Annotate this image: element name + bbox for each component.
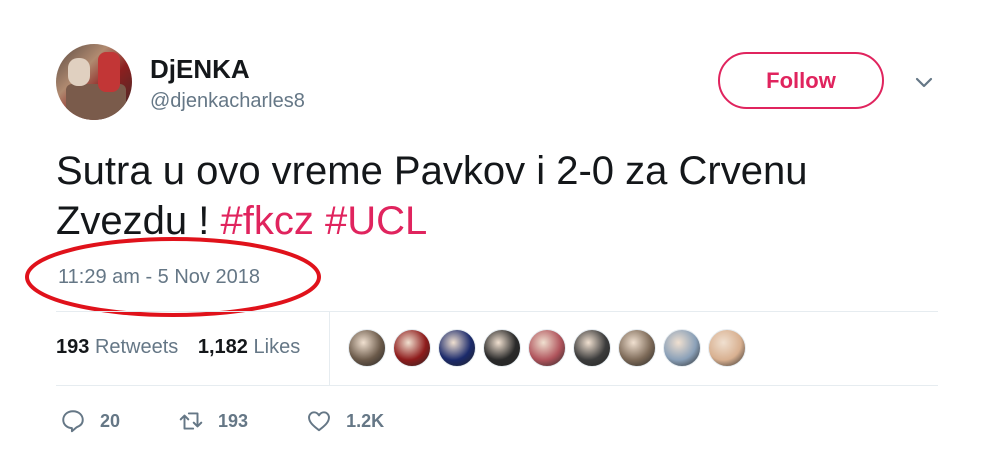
chevron-down-icon[interactable] [912, 70, 936, 94]
avatar-shape [98, 52, 120, 92]
divider [329, 311, 330, 385]
reply-count: 20 [100, 410, 121, 431]
liker-avatar[interactable] [483, 329, 521, 367]
retweets-stat[interactable]: 193 Retweets [56, 336, 178, 359]
retweet-button[interactable]: 193 [178, 408, 248, 434]
retweets-label: Retweets [94, 336, 179, 358]
liker-avatar[interactable] [618, 329, 656, 367]
avatar[interactable] [56, 44, 132, 120]
liker-avatar[interactable] [528, 329, 566, 367]
likes-label: Likes [253, 336, 301, 358]
follow-button[interactable]: Follow [718, 52, 884, 109]
like-button[interactable]: 1.2K [306, 408, 384, 434]
liker-avatar[interactable] [348, 329, 386, 367]
likers-avatars [348, 329, 753, 367]
hashtag-link[interactable]: #UCL [325, 199, 427, 243]
likes-count: 1,182 [197, 336, 248, 358]
tweet-actions: 20 193 1.2K [60, 408, 442, 434]
likes-stat[interactable]: 1,182 Likes [198, 336, 300, 359]
avatar-shape [68, 58, 90, 86]
liker-avatar[interactable] [708, 329, 746, 367]
liker-avatar[interactable] [393, 329, 431, 367]
like-count: 1.2K [346, 410, 385, 431]
engagement-stats: 193 Retweets 1,182 Likes [56, 336, 314, 359]
tweet-text: Sutra u ovo vreme Pavkov i 2-0 za Crvenu… [56, 146, 916, 246]
user-handle[interactable]: @djenkacharles8 [150, 90, 305, 113]
retweet-icon [179, 412, 203, 430]
tweet-body: Sutra u ovo vreme Pavkov i 2-0 za Crvenu… [56, 149, 808, 243]
divider [56, 385, 938, 386]
liker-avatar[interactable] [663, 329, 701, 367]
heart-icon [308, 411, 331, 432]
liker-avatar[interactable] [573, 329, 611, 367]
divider [56, 311, 938, 312]
display-name[interactable]: DjENKA [150, 54, 250, 85]
reply-button[interactable]: 20 [60, 408, 120, 434]
reply-icon [62, 410, 84, 433]
highlight-ellipse [25, 237, 321, 317]
retweet-count: 193 [218, 410, 249, 431]
retweets-count: 193 [56, 336, 90, 358]
liker-avatar[interactable] [438, 329, 476, 367]
